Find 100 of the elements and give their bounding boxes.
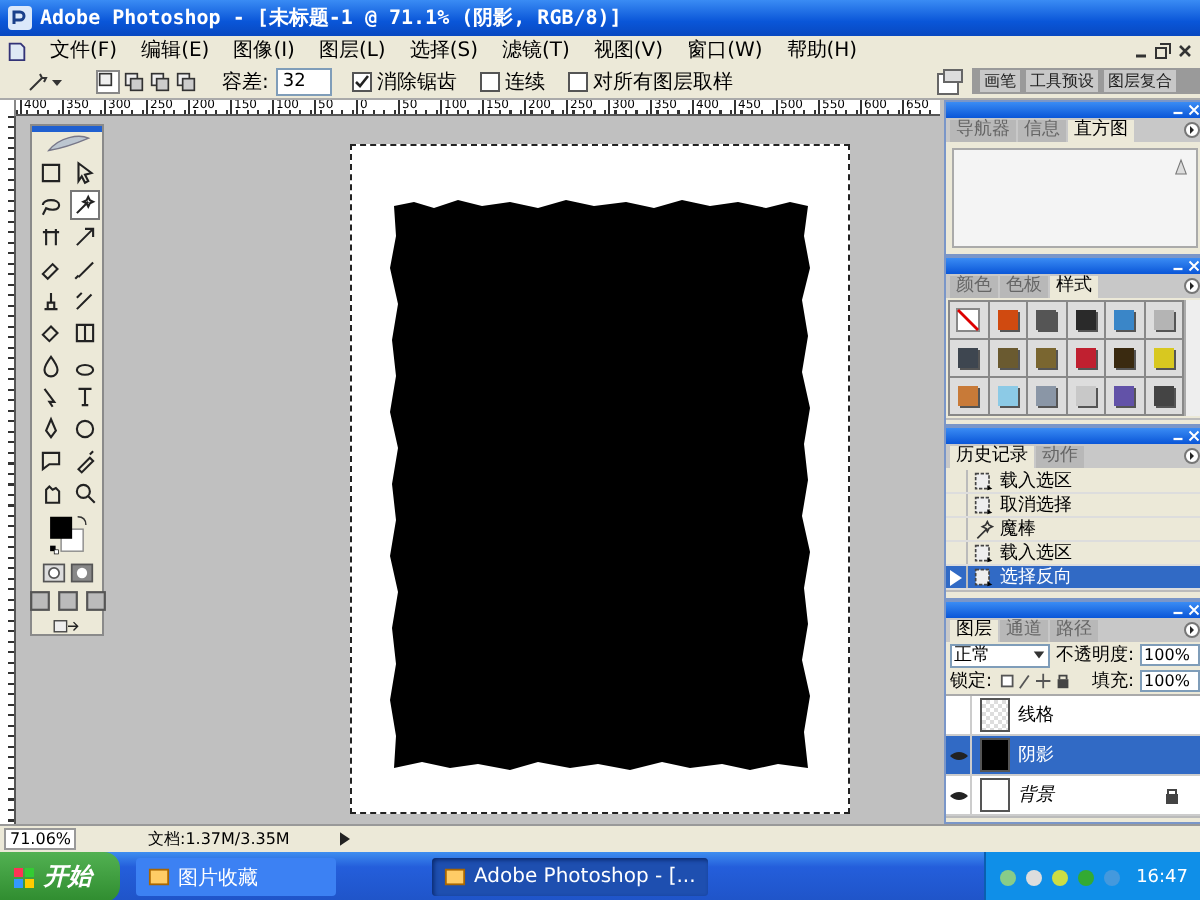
menu-item[interactable]: 图层(L) — [308, 36, 396, 64]
document-size-text: 文档:1.37M/3.35M — [148, 828, 292, 850]
clock: 16:47 — [1136, 867, 1188, 887]
history-item-label: 载入选区 — [1000, 541, 1072, 566]
selection-step-icon — [974, 543, 994, 563]
style-swatch[interactable] — [1145, 378, 1183, 414]
fill-field[interactable]: 100% — [1140, 670, 1200, 692]
magic-wand-icon — [974, 519, 994, 539]
panel-menu-icon[interactable] — [1184, 278, 1200, 294]
close-icon[interactable] — [1176, 41, 1194, 59]
menu-item[interactable]: 编辑(E) — [131, 36, 220, 64]
layer-row[interactable]: 阴影 — [946, 736, 1200, 776]
screen-mode-icon[interactable] — [27, 589, 51, 612]
style-swatch[interactable] — [950, 340, 987, 376]
taskbar-button[interactable]: 图片收藏 — [136, 858, 336, 896]
status-menu-arrow-icon[interactable] — [340, 832, 350, 846]
menu-item[interactable]: 文件(F) — [40, 36, 128, 64]
style-swatch[interactable] — [1028, 340, 1066, 376]
panel-menu-icon[interactable] — [1184, 622, 1200, 638]
menu-item[interactable]: 选择(S) — [399, 36, 488, 64]
checkbox[interactable] — [480, 71, 501, 91]
style-swatch[interactable] — [1067, 340, 1105, 376]
style-swatch[interactable] — [989, 340, 1027, 376]
blend-mode-dropdown[interactable]: 正常 — [950, 643, 1050, 667]
menu-item[interactable]: 图像(I) — [223, 36, 305, 64]
panel-tab[interactable]: 图层 — [950, 620, 998, 642]
tray-icon[interactable] — [1024, 867, 1045, 887]
style-swatch[interactable] — [1106, 302, 1144, 338]
restore-icon[interactable] — [1154, 41, 1172, 59]
history-item[interactable]: 选择反向 — [946, 566, 1200, 590]
panel-menu-icon[interactable] — [1184, 122, 1200, 138]
layer-name: 背景 — [1018, 783, 1054, 808]
checkbox-label: 消除锯齿 — [376, 69, 457, 95]
checkbox-label: 对所有图层取样 — [592, 69, 733, 95]
checkbox[interactable] — [352, 71, 373, 91]
style-swatch[interactable] — [1145, 302, 1183, 338]
zoom-level-field[interactable]: 71.06% — [4, 828, 76, 850]
style-swatch[interactable] — [1067, 302, 1105, 338]
app-icon — [8, 6, 32, 30]
opacity-field[interactable]: 100% — [1140, 644, 1200, 666]
checkbox[interactable] — [568, 71, 589, 91]
selection-mode-icon[interactable] — [96, 69, 120, 93]
taskbar-button[interactable]: Adobe Photoshop - [... — [432, 858, 708, 896]
style-swatch[interactable] — [1106, 340, 1144, 376]
panel-menu-icon[interactable] — [1184, 448, 1200, 464]
history-item[interactable]: 魔棒 — [946, 518, 1200, 542]
selection-step-icon — [974, 495, 994, 515]
panel-tab[interactable]: 样式 — [1050, 276, 1098, 298]
history-state-marker-icon — [950, 569, 962, 585]
style-swatch[interactable] — [989, 302, 1027, 338]
selection-step-icon — [974, 471, 994, 491]
menu-item[interactable]: 帮助(H) — [776, 36, 868, 64]
style-swatch[interactable] — [950, 378, 987, 414]
selection-mode-icon[interactable] — [174, 69, 198, 93]
history-item[interactable]: 载入选区 — [946, 470, 1200, 494]
standard-mode-icon[interactable] — [41, 561, 65, 584]
palette-well-tab[interactable]: 工具预设 — [1026, 70, 1098, 92]
screen-mode-icon[interactable] — [55, 589, 79, 612]
style-swatch[interactable] — [1145, 340, 1183, 376]
history-item-label: 魔棒 — [1000, 517, 1036, 542]
style-swatch[interactable] — [1028, 302, 1066, 338]
history-item-label: 取消选择 — [1000, 493, 1072, 518]
palette-well-icon[interactable] — [936, 67, 964, 95]
menu-item[interactable]: 滤镜(T) — [491, 36, 580, 64]
tool-icon[interactable] — [69, 190, 99, 221]
window-title: Adobe Photoshop - [未标题-1 @ 71.1% (阴影, RGB/8)] — [40, 5, 622, 32]
lock-label: 锁定: — [950, 669, 993, 694]
opacity-label: 不透明度: — [1056, 643, 1135, 668]
window-icon — [148, 866, 170, 888]
style-swatch[interactable] — [989, 378, 1027, 414]
history-item[interactable]: 取消选择 — [946, 494, 1200, 518]
layer-name: 阴影 — [1018, 743, 1054, 768]
palette-well-tab[interactable]: 图层复合 — [1104, 70, 1176, 92]
caret-icon — [1032, 648, 1046, 662]
style-swatch[interactable] — [1067, 378, 1105, 414]
history-item-label: 载入选区 — [1000, 469, 1072, 494]
lock-icon — [1164, 786, 1181, 804]
palette-well-tab[interactable]: 画笔 — [980, 70, 1020, 92]
layer-thumbnail — [980, 698, 1010, 732]
scrollbar[interactable] — [1184, 300, 1200, 416]
warning-icon — [1174, 158, 1189, 176]
quick-mask-icon[interactable] — [69, 561, 93, 584]
menu-item[interactable]: 窗口(W) — [677, 36, 773, 64]
selection-mode-icon[interactable] — [122, 69, 146, 93]
layer-row[interactable]: 背景 — [946, 776, 1200, 816]
menu-item[interactable]: 视图(V) — [583, 36, 674, 64]
panel-tab[interactable]: 直方图 — [1068, 120, 1134, 142]
screen-mode-icon[interactable] — [83, 589, 107, 612]
style-swatch[interactable] — [1028, 378, 1066, 414]
fill-label: 填充: — [1092, 669, 1135, 694]
panel-tab[interactable]: 历史记录 — [950, 446, 1034, 468]
layer-name: 线格 — [1018, 703, 1054, 728]
style-swatch[interactable] — [950, 302, 987, 338]
style-swatch[interactable] — [1106, 378, 1144, 414]
selection-step-icon — [974, 567, 994, 587]
checkbox-label: 连续 — [504, 69, 545, 95]
eye-icon[interactable] — [949, 789, 967, 801]
layer-thumbnail — [980, 738, 1010, 772]
selection-mode-icon[interactable] — [148, 69, 172, 93]
tolerance-field[interactable]: 32 — [276, 67, 333, 95]
